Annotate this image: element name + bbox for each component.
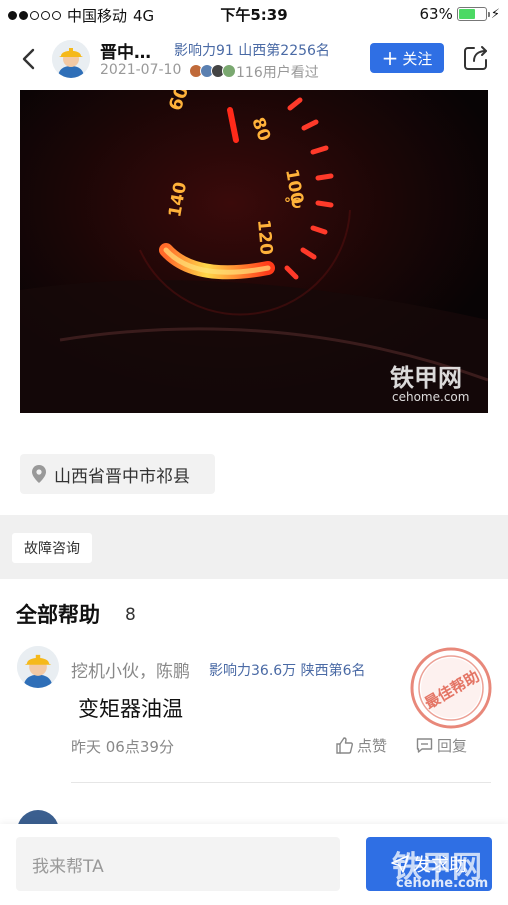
answer-avatar[interactable] (17, 646, 59, 688)
location-text: 山西省晋中市祁县 (54, 466, 190, 487)
like-button[interactable]: 点赞 (336, 735, 387, 756)
temperature-gauge-image: 60 80 100 120 140 °C 铁甲网 cehome.com (20, 90, 488, 413)
follow-label: 关注 (402, 49, 433, 68)
bottom-action-bar: 我来帮TA 发求助 铁甲网 cehome.com (0, 824, 508, 905)
category-tag[interactable]: 故障咨询 (12, 533, 92, 563)
best-help-stamp: 最佳帮助 (410, 647, 492, 729)
photo-watermark: 铁甲网 (390, 364, 462, 392)
author-influence: 影响力91 山西第2256名 (174, 43, 330, 59)
share-button[interactable] (462, 44, 490, 72)
answers-count: 8 (125, 605, 136, 625)
reply-label: 回复 (437, 737, 468, 755)
answer-time: 昨天 06点39分 (71, 738, 174, 756)
thumbs-up-icon (336, 737, 353, 754)
gauge-label-120: 120 (253, 219, 276, 256)
location-pin-icon (32, 465, 46, 483)
photo-watermark-url: cehome.com (392, 390, 469, 404)
comment-icon (416, 738, 433, 753)
gauge-unit-label: °C (284, 196, 301, 212)
charging-bolt-icon: ⚡ (490, 6, 500, 22)
answer-author[interactable]: 挖机小伙，陈鹏 (71, 657, 190, 682)
author-name[interactable]: 晋中… (100, 38, 151, 63)
post-photo[interactable]: 60 80 100 120 140 °C 铁甲网 cehome.com (20, 90, 488, 413)
post-header: 晋中… 影响力91 山西第2256名 2021-07-10 116用户看过 + … (0, 30, 508, 90)
answer-text: 变矩器油温 (78, 697, 183, 721)
battery-icon (456, 7, 490, 21)
worker-avatar-icon (17, 646, 59, 688)
plus-icon: + (381, 46, 399, 70)
answers-title: 全部帮助 (16, 603, 100, 627)
answer-divider (71, 782, 491, 783)
back-button[interactable] (16, 44, 44, 74)
worker-avatar-icon (52, 40, 90, 78)
post-date: 2021-07-10 (100, 62, 182, 78)
viewer-avatars (189, 64, 236, 78)
corner-watermark-url: cehome.com (396, 876, 489, 891)
avatar[interactable] (52, 40, 90, 78)
answer-author-influence: 影响力36.6万 陕西第6名 (209, 663, 366, 679)
help-input[interactable]: 我来帮TA (16, 837, 340, 891)
follow-button[interactable]: + 关注 (370, 43, 444, 73)
battery-percent: 63% (419, 5, 453, 23)
viewer-count: 116用户看过 (236, 65, 319, 81)
status-bar: 中国移动 4G 下午5:39 63% ⚡ (0, 0, 508, 28)
location-chip[interactable]: 山西省晋中市祁县 (20, 454, 215, 494)
best-help-seal-icon: 最佳帮助 (410, 647, 492, 729)
chevron-left-icon (22, 48, 35, 70)
like-label: 点赞 (357, 737, 388, 755)
reply-button[interactable]: 回复 (416, 735, 467, 756)
share-icon (464, 46, 487, 70)
